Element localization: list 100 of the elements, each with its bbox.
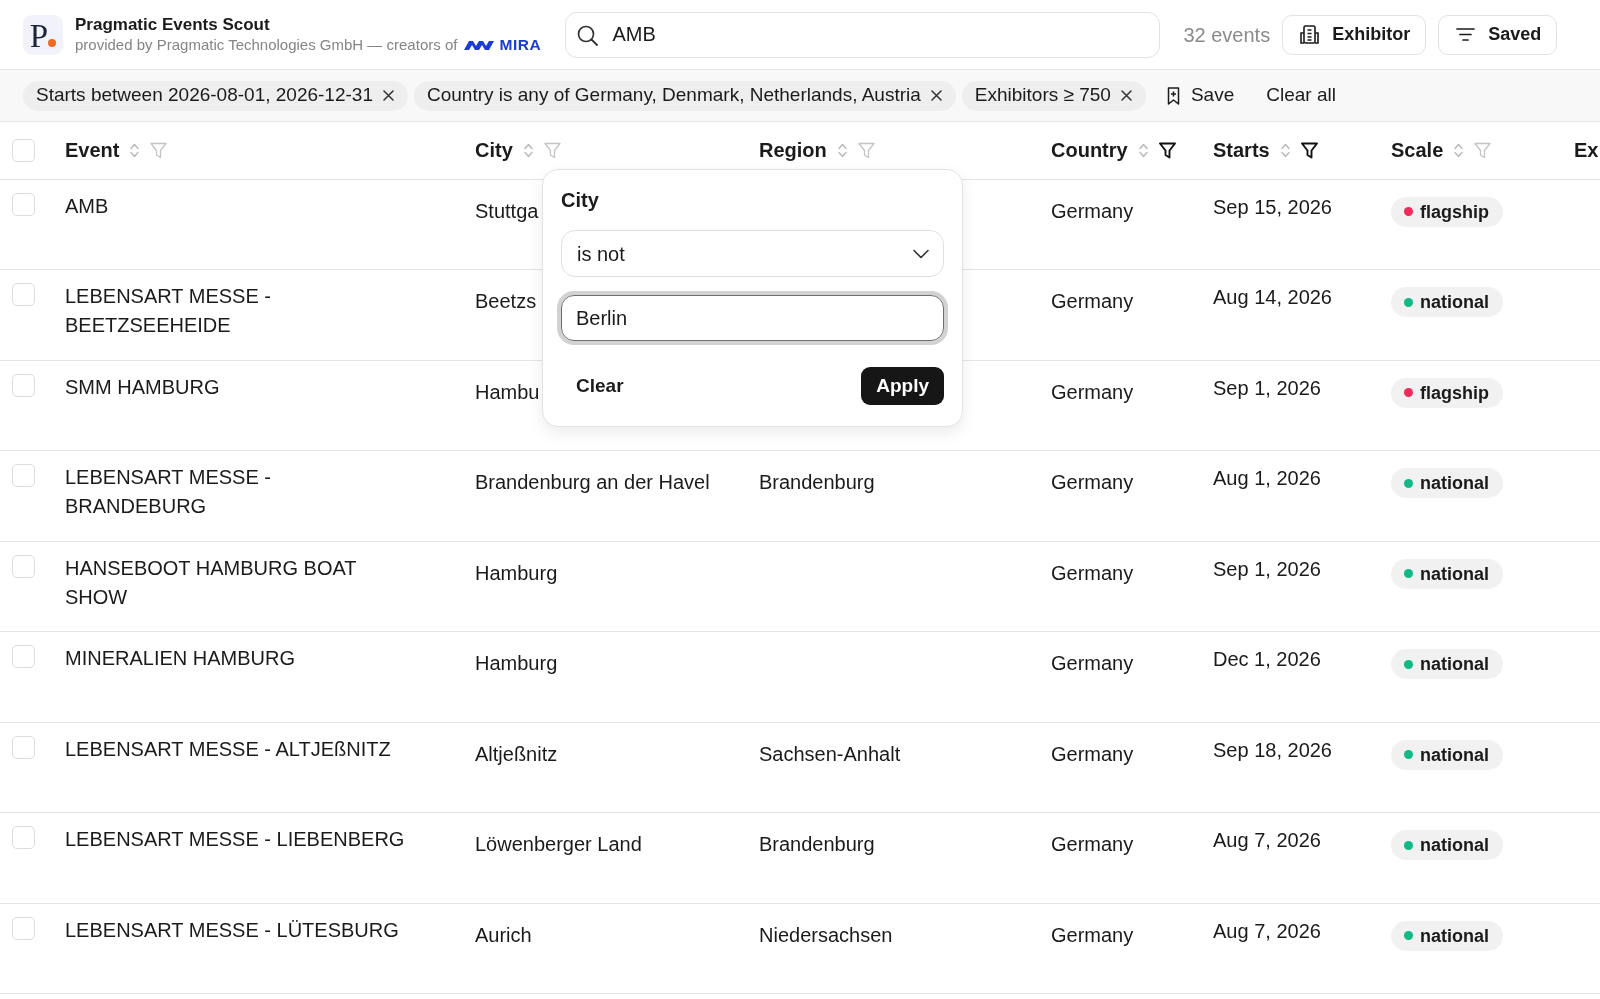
event-count: 32 events bbox=[1183, 22, 1271, 48]
chevron-down-icon bbox=[913, 248, 929, 259]
country-name: Germany bbox=[1051, 651, 1134, 676]
active-filter-icon[interactable] bbox=[1300, 142, 1318, 160]
sort-icon bbox=[1280, 143, 1290, 159]
row-checkbox[interactable] bbox=[12, 283, 35, 306]
city-name: Hambu bbox=[475, 379, 540, 405]
column-header[interactable]: Ex bbox=[1574, 139, 1599, 162]
region-name: Brandenburg bbox=[759, 832, 875, 857]
filter-icon[interactable] bbox=[543, 142, 561, 160]
region-name: Niedersachsen bbox=[759, 922, 893, 948]
row-checkbox[interactable] bbox=[12, 826, 35, 849]
event-name[interactable]: LEBENSART MESSE - ALTJEßNITZ bbox=[65, 722, 413, 764]
building-icon bbox=[1299, 24, 1321, 45]
row-checkbox[interactable] bbox=[12, 373, 35, 397]
country-name: Germany bbox=[1051, 470, 1134, 495]
country-name: Germany bbox=[1051, 922, 1134, 948]
event-name[interactable]: LEBENSART MESSE - BEETZSEEHEIDE bbox=[65, 270, 413, 340]
operator-select[interactable]: is not bbox=[561, 230, 944, 277]
event-name[interactable]: MINERALIEN HAMBURG bbox=[65, 632, 413, 673]
scale-label: national bbox=[1420, 472, 1489, 494]
scale-label: national bbox=[1420, 924, 1489, 947]
scale-label: flagship bbox=[1420, 381, 1489, 404]
sort-icon bbox=[837, 143, 847, 159]
scale-label: national bbox=[1420, 653, 1489, 675]
close-icon bbox=[930, 90, 942, 101]
row-checkbox[interactable] bbox=[12, 554, 35, 578]
row-checkbox[interactable] bbox=[12, 464, 35, 487]
sort-icon bbox=[1138, 143, 1148, 159]
search-field[interactable]: AMB bbox=[565, 11, 1161, 58]
start-date: Aug 14, 2026 bbox=[1213, 285, 1332, 310]
scale-label: national bbox=[1420, 743, 1489, 766]
event-name[interactable]: SMM HAMBURG bbox=[65, 360, 413, 402]
region-name: Sachsen-Anhalt bbox=[759, 741, 901, 767]
active-filter-icon[interactable] bbox=[1158, 142, 1176, 160]
popover-title: City bbox=[561, 188, 599, 212]
scale-label: national bbox=[1420, 291, 1489, 313]
save-filter-button[interactable]: Save bbox=[1166, 81, 1235, 110]
row-checkbox[interactable] bbox=[12, 735, 35, 759]
event-name[interactable]: AMB bbox=[65, 179, 413, 221]
app-subtitle: provided by Pragmatic Technologies GmbH — creators of bbox=[75, 35, 458, 55]
app-title: Pragmatic Events Scout bbox=[75, 14, 271, 35]
exhibitor-button[interactable]: Exhibitor bbox=[1282, 14, 1427, 55]
close-icon bbox=[382, 90, 394, 101]
start-date: Sep 18, 2026 bbox=[1213, 737, 1332, 763]
country-name: Germany bbox=[1051, 560, 1134, 586]
city-name: Aurich bbox=[475, 922, 532, 948]
row-checkbox[interactable] bbox=[12, 192, 35, 216]
column-header[interactable]: Region bbox=[759, 139, 827, 162]
start-date: Dec 1, 2026 bbox=[1213, 647, 1321, 672]
region-name: Brandenburg bbox=[759, 470, 875, 495]
city-name: Hamburg bbox=[475, 560, 558, 586]
sort-icon bbox=[523, 143, 533, 159]
filter-icon[interactable] bbox=[857, 142, 875, 160]
brand-name: MIRA bbox=[499, 35, 542, 55]
column-header[interactable]: Country bbox=[1051, 139, 1128, 162]
filter-chip[interactable]: Country is any of Germany, Denmark, Netherlands, Austria bbox=[413, 80, 956, 111]
apply-button[interactable]: Apply bbox=[861, 367, 944, 405]
event-name[interactable]: LEBENSART MESSE - LÜTESBURG bbox=[65, 903, 413, 945]
row-checkbox[interactable] bbox=[12, 916, 35, 940]
column-header[interactable]: Event bbox=[65, 139, 120, 162]
filter-icon[interactable] bbox=[1474, 142, 1492, 160]
select-all-checkbox[interactable] bbox=[12, 138, 35, 162]
sort-icon bbox=[130, 143, 140, 159]
country-name: Germany bbox=[1051, 198, 1134, 224]
filter-icon[interactable] bbox=[150, 142, 168, 160]
logo-letter: P bbox=[29, 20, 49, 51]
city-name: Hamburg bbox=[475, 651, 558, 676]
event-name[interactable]: LEBENSART MESSE - BRANDEBURG bbox=[65, 451, 413, 521]
scale-label: flagship bbox=[1420, 200, 1489, 223]
clear-button[interactable]: Clear bbox=[561, 371, 624, 401]
filter-value-input[interactable]: Berlin bbox=[557, 291, 948, 345]
saved-button[interactable]: Saved bbox=[1438, 14, 1558, 55]
start-date: Sep 1, 2026 bbox=[1213, 556, 1321, 582]
sort-icon bbox=[1454, 143, 1464, 159]
city-name: Altjeßnitz bbox=[475, 741, 558, 767]
start-date: Aug 7, 2026 bbox=[1213, 828, 1321, 853]
scale-label: national bbox=[1420, 562, 1489, 585]
column-header[interactable]: Starts bbox=[1213, 139, 1270, 162]
event-name[interactable]: HANSEBOOT HAMBURG BOAT SHOW bbox=[65, 541, 413, 612]
clear-all-button[interactable]: Clear all bbox=[1266, 81, 1336, 110]
city-name: Brandenburg an der Havel bbox=[475, 470, 710, 495]
scale-label: national bbox=[1420, 834, 1489, 856]
close-icon bbox=[1120, 90, 1132, 101]
start-date: Aug 7, 2026 bbox=[1213, 918, 1321, 944]
start-date: Aug 1, 2026 bbox=[1213, 466, 1321, 491]
country-name: Germany bbox=[1051, 741, 1134, 767]
filter-chip[interactable]: Exhibitors ≥ 750 bbox=[961, 80, 1146, 111]
start-date: Sep 15, 2026 bbox=[1213, 194, 1332, 220]
country-name: Germany bbox=[1051, 289, 1134, 314]
country-name: Germany bbox=[1051, 832, 1134, 857]
dot-icon bbox=[48, 38, 57, 47]
filter-chip[interactable]: Starts between 2026-08-01, 2026-12-31 bbox=[23, 80, 408, 111]
row-checkbox[interactable] bbox=[12, 645, 35, 668]
city-name: Beetzs bbox=[475, 289, 537, 314]
event-name[interactable]: LEBENSART MESSE - LIEBENBERG bbox=[65, 813, 413, 854]
country-name: Germany bbox=[1051, 379, 1134, 405]
column-header[interactable]: Scale bbox=[1391, 139, 1444, 162]
column-header[interactable]: City bbox=[475, 139, 513, 162]
city-name: Stuttga bbox=[475, 198, 539, 224]
